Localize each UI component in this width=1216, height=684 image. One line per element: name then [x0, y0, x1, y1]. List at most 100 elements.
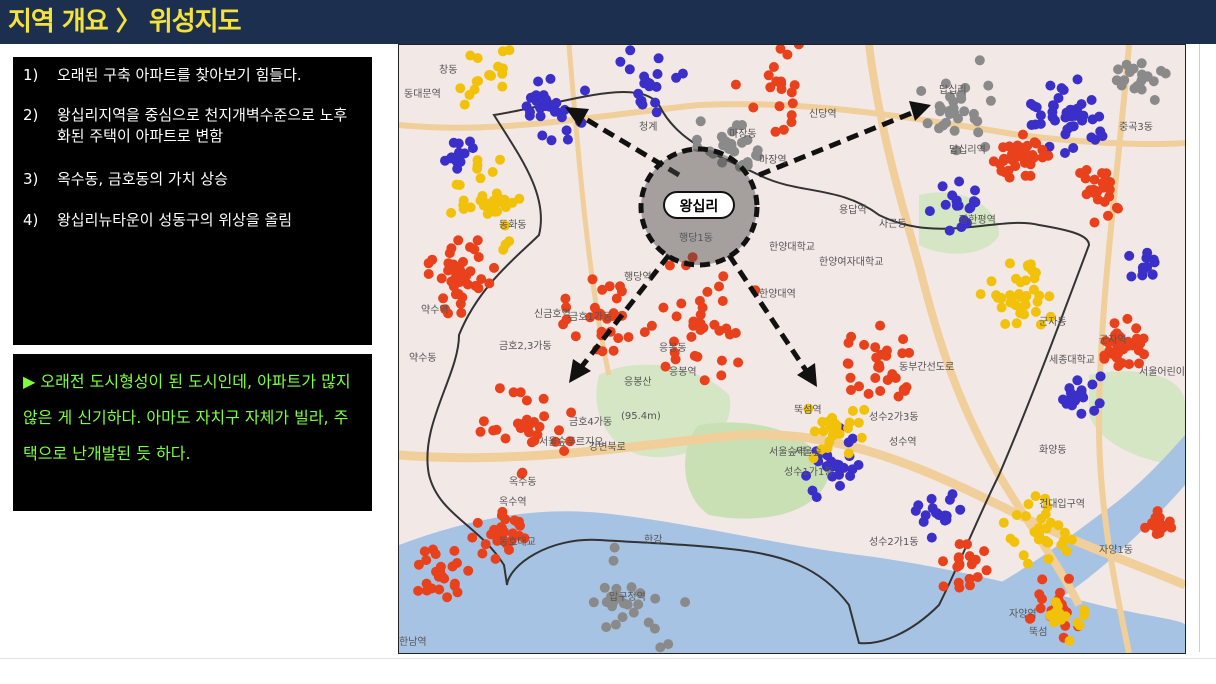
apartment-dot [413, 585, 424, 596]
apartment-dot [472, 163, 483, 174]
apartment-dot [974, 55, 985, 66]
apartment-dot [699, 375, 710, 386]
apartment-dot [920, 510, 931, 521]
apartment-dot [436, 273, 447, 284]
apartment-dot [938, 556, 948, 567]
map-place-label: 동화동 [499, 219, 527, 231]
apartment-dot [846, 385, 856, 395]
apartment-dot [658, 302, 669, 313]
apartment-dot [695, 318, 706, 329]
apartment-dot [1072, 617, 1083, 628]
apartment-dot [818, 426, 829, 437]
apartment-dot [469, 244, 480, 255]
apartment-dot [717, 296, 728, 306]
apartment-dot [537, 130, 548, 141]
apartment-dot [1136, 84, 1147, 95]
apartment-dot [465, 202, 476, 213]
apartment-dot [587, 274, 598, 285]
map-place-label: 마장역 [759, 154, 787, 166]
apartment-dot [970, 185, 980, 196]
apartment-dot [459, 272, 470, 283]
apartment-dot [1087, 379, 1098, 390]
apartment-dot [452, 587, 463, 598]
apartment-dot [617, 612, 628, 623]
apartment-dot [562, 134, 573, 145]
map-place-label: 동대문역 [404, 88, 441, 100]
apartment-dot [944, 109, 955, 119]
map-place-label: 군자동 [1039, 316, 1067, 328]
apartment-dot [472, 235, 483, 246]
apartment-dot [979, 546, 990, 557]
apartment-dot [1047, 107, 1058, 117]
apartment-dot [1099, 178, 1110, 189]
apartment-dot [624, 64, 635, 75]
apartment-dot [546, 135, 557, 146]
map-place-label: 용답역 [839, 204, 867, 216]
apartment-dot [540, 101, 551, 112]
apartment-dot [1090, 134, 1101, 145]
apartment-dot [897, 348, 908, 359]
apartment-dot [508, 387, 519, 398]
apartment-dot [1035, 110, 1046, 121]
slide-divider [1199, 44, 1200, 652]
apartment-dot [965, 202, 976, 213]
apartment-dot [611, 293, 622, 304]
apartment-dot [828, 430, 838, 441]
satellite-map[interactable]: 왕십리 창동 신당역 동대문역 청계 마장동 마장역 답십리 답십리역 동화동 신금호역 금호1가동… [398, 44, 1186, 654]
list-item-text: 왕십리지역을 중심으로 천지개벽수준으로 노후화된 주택이 아파트로 변함 [57, 106, 348, 145]
apartment-dot [1030, 306, 1041, 317]
apartment-dot [890, 373, 901, 383]
apartment-dot [451, 263, 462, 274]
map-place-label: 응봉동 [659, 342, 687, 354]
map-place-label: 동호대교 [499, 536, 536, 548]
apartment-dot [434, 584, 445, 595]
apartment-dot [834, 469, 845, 480]
apartment-dot [1089, 405, 1100, 416]
apartment-dot [1026, 98, 1036, 109]
apartment-dot [964, 573, 975, 584]
apartment-dot [642, 77, 653, 88]
apartment-dot [835, 480, 845, 491]
map-place-label: 행당역 [624, 271, 652, 283]
apartment-dot [650, 593, 661, 604]
map-place-label: 서울숲 [794, 446, 822, 458]
apartment-dot [484, 278, 495, 289]
apartment-dot [853, 417, 864, 428]
map-place-label: 창동 [439, 64, 457, 76]
apartment-dot [721, 323, 732, 334]
apartment-dot [985, 95, 996, 106]
apartment-dot [1009, 537, 1020, 547]
apartment-dot [910, 505, 921, 516]
map-place-label: 성수1가1동 [784, 466, 834, 478]
map-place-label: 사근동 [879, 218, 907, 230]
apartment-dot [639, 327, 650, 338]
map-place-label: 서울어린이대공원 [1139, 366, 1185, 378]
apartment-dot [467, 532, 478, 543]
map-place-label: 신금호역 [534, 308, 571, 320]
map-place-label: 한양여자대학교 [819, 256, 883, 268]
apartment-dot [931, 508, 941, 518]
apartment-dot [653, 53, 664, 64]
apartment-dot [459, 99, 470, 110]
apartment-dot [1026, 120, 1037, 130]
slide-bottom-line [0, 658, 1216, 659]
apartment-dot [1025, 157, 1036, 168]
map-place-label: 동부간선도로 [899, 361, 954, 373]
map-place-label: 화양동 [1039, 444, 1067, 456]
apartment-dot [1043, 554, 1054, 565]
apartment-dot [1056, 539, 1067, 550]
apartment-dot [1095, 371, 1106, 382]
apartment-dot [940, 199, 951, 210]
apartment-dot [964, 551, 975, 562]
apartment-dot [497, 506, 508, 517]
list-item-number: 4) [23, 211, 39, 229]
apartment-dot [859, 339, 870, 350]
apartment-dot [845, 372, 856, 383]
apartment-dot [922, 118, 933, 129]
apartment-dot [975, 289, 986, 300]
apartment-dot [718, 271, 729, 282]
apartment-dot [1121, 59, 1132, 70]
apartment-dot [843, 437, 854, 448]
apartment-dot [926, 493, 937, 504]
apartment-dot [787, 98, 798, 109]
